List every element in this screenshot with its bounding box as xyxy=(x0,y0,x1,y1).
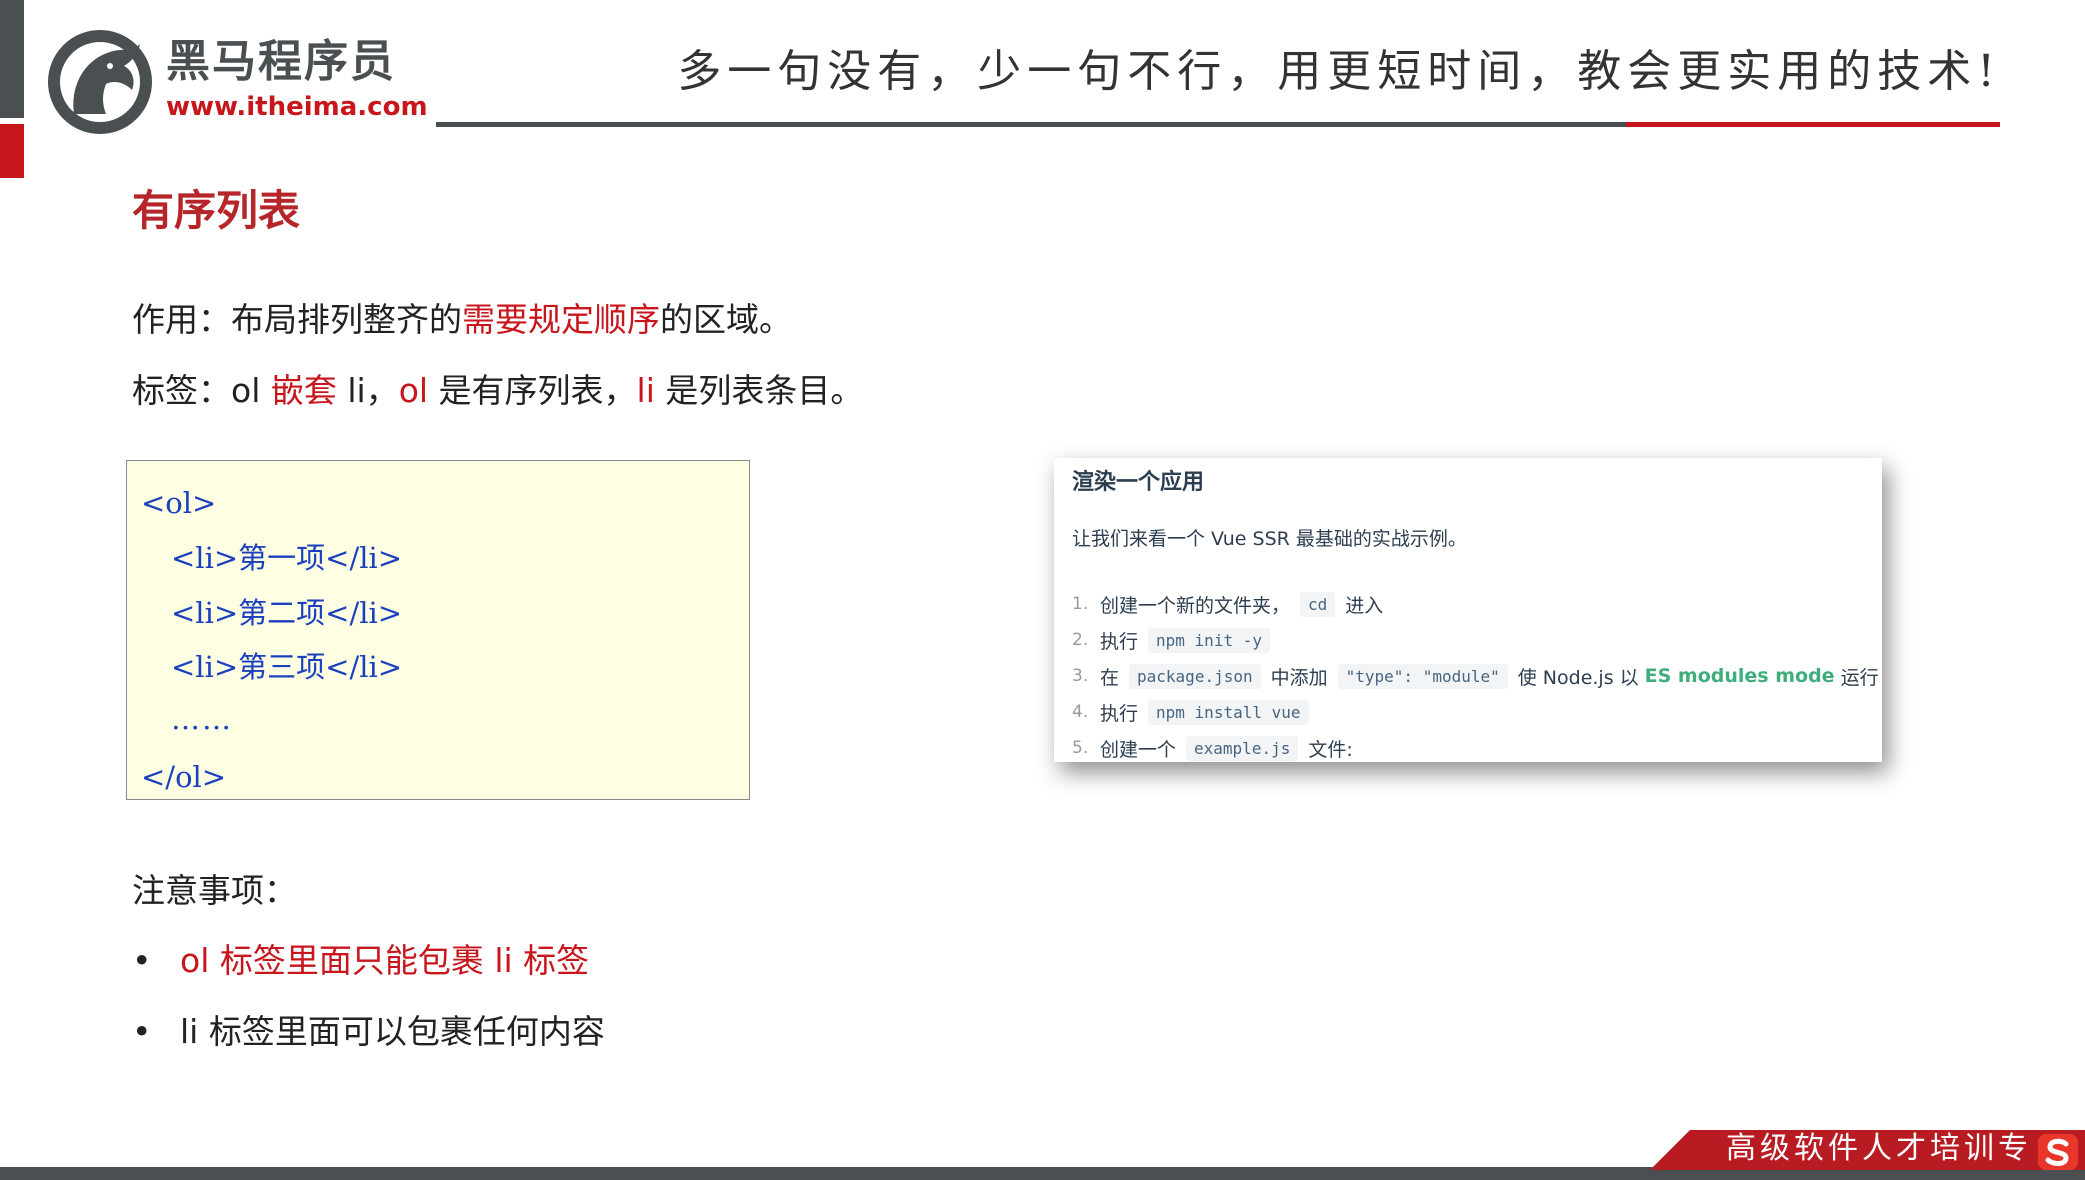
bullet-text: li 标签里面可以包裹任何内容 xyxy=(180,1012,605,1051)
list-item: 5. 创建一个 example.js 文件: xyxy=(1072,730,1881,766)
tag-line: 标签：ol 嵌套 li，ol 是有序列表，li 是列表条目。 xyxy=(132,374,863,407)
step-number: 4. xyxy=(1072,702,1089,722)
list-item: 2. 执行 npm init -y xyxy=(1072,622,1881,658)
code-line: <li>第一项</li> xyxy=(171,541,403,575)
step-text: 文件: xyxy=(1308,738,1353,761)
bullet-text: ol 标签里面只能包裹 li 标签 xyxy=(180,941,590,980)
steps-list: 1. 创建一个新的文件夹， cd 进入 2. 执行 npm init -y 3.… xyxy=(1072,586,1881,766)
step-number: 1. xyxy=(1072,594,1089,614)
notes-label: 注意事项： xyxy=(132,871,297,910)
code-example-box: <ol> <li>第一项</li> <li>第二项</li> <li>第三项</… xyxy=(126,460,750,800)
tag-highlight-1: 嵌套 xyxy=(270,371,337,410)
step-number: 3. xyxy=(1072,666,1089,686)
list-item: 4. 执行 npm install vue xyxy=(1072,694,1881,730)
step-number: 5. xyxy=(1072,738,1089,758)
tag-highlight-3: li xyxy=(636,371,655,410)
step-text: 执行 xyxy=(1100,630,1139,653)
step-text: 运行 xyxy=(1840,666,1879,689)
inline-code: npm init -y xyxy=(1148,627,1270,653)
edge-accent-gray xyxy=(0,0,24,118)
slogan: 多一句没有，少一句不行，用更短时间，教会更实用的技术! xyxy=(677,46,2001,97)
bullet-dot: • xyxy=(132,1012,152,1051)
list-item: 1. 创建一个新的文件夹， cd 进入 xyxy=(1072,586,1881,622)
step-text: 使 Node.js 以 xyxy=(1517,666,1639,689)
tag-text-2: li， xyxy=(336,371,399,410)
inline-code: package.json xyxy=(1129,663,1261,689)
list-item: • ol 标签里面只能包裹 li 标签 xyxy=(132,944,589,977)
header-rule-dark xyxy=(436,122,1626,127)
inline-code: example.js xyxy=(1186,735,1299,761)
bullet-dot: • xyxy=(132,941,152,980)
code-line: <li>第三项</li> xyxy=(171,650,403,684)
tag-text-4: 是列表条目。 xyxy=(654,371,864,410)
screenshot-title: 渲染一个应用 xyxy=(1072,470,1205,495)
es-modules-link[interactable]: ES modules mode xyxy=(1645,665,1835,687)
screenshot-description: 让我们来看一个 Vue SSR 最基础的实战示例。 xyxy=(1072,528,1467,550)
footer-text: 高级软件人才培训专 xyxy=(1726,1131,2032,1166)
page-title: 有序列表 xyxy=(132,186,301,235)
brand-name: 黑马程序员 xyxy=(166,36,396,87)
inline-code: "type": "module" xyxy=(1337,663,1508,689)
horse-logo-icon xyxy=(44,26,156,134)
sogou-s-icon xyxy=(2036,1132,2080,1172)
inline-code: cd xyxy=(1300,591,1336,617)
list-item: • li 标签里面可以包裹任何内容 xyxy=(132,1015,605,1048)
tag-text-3: 是有序列表， xyxy=(428,371,637,410)
step-text: 执行 xyxy=(1100,702,1139,725)
step-text: 进入 xyxy=(1345,594,1384,617)
purpose-suffix: 的区域。 xyxy=(660,300,792,339)
edge-accent-red xyxy=(0,124,24,178)
step-text: 创建一个新的文件夹， xyxy=(1100,594,1291,617)
header-rule-red xyxy=(1626,122,2000,127)
list-item: 3. 在 package.json 中添加 "type": "module" 使… xyxy=(1072,658,1881,694)
code-line: …… xyxy=(171,702,233,736)
purpose-highlight: 需要规定顺序 xyxy=(462,300,660,339)
code-line: <li>第二项</li> xyxy=(171,596,403,630)
code-line: <ol> xyxy=(141,486,217,520)
brand-url: www.itheima.com xyxy=(166,92,428,122)
purpose-prefix: 作用：布局排列整齐的 xyxy=(132,300,462,339)
step-number: 2. xyxy=(1072,630,1089,650)
step-text: 创建一个 xyxy=(1100,738,1177,761)
vue-ssr-screenshot: 渲染一个应用 让我们来看一个 Vue SSR 最基础的实战示例。 1. 创建一个… xyxy=(1054,458,1882,762)
inline-code: npm install vue xyxy=(1148,699,1309,725)
tag-highlight-2: ol xyxy=(398,371,429,410)
purpose-line: 作用：布局排列整齐的需要规定顺序的区域。 xyxy=(132,303,792,336)
tag-text-1: 标签：ol xyxy=(132,371,271,410)
step-text: 中添加 xyxy=(1270,666,1328,689)
code-line: </ol> xyxy=(141,760,227,794)
step-text: 在 xyxy=(1100,666,1120,689)
